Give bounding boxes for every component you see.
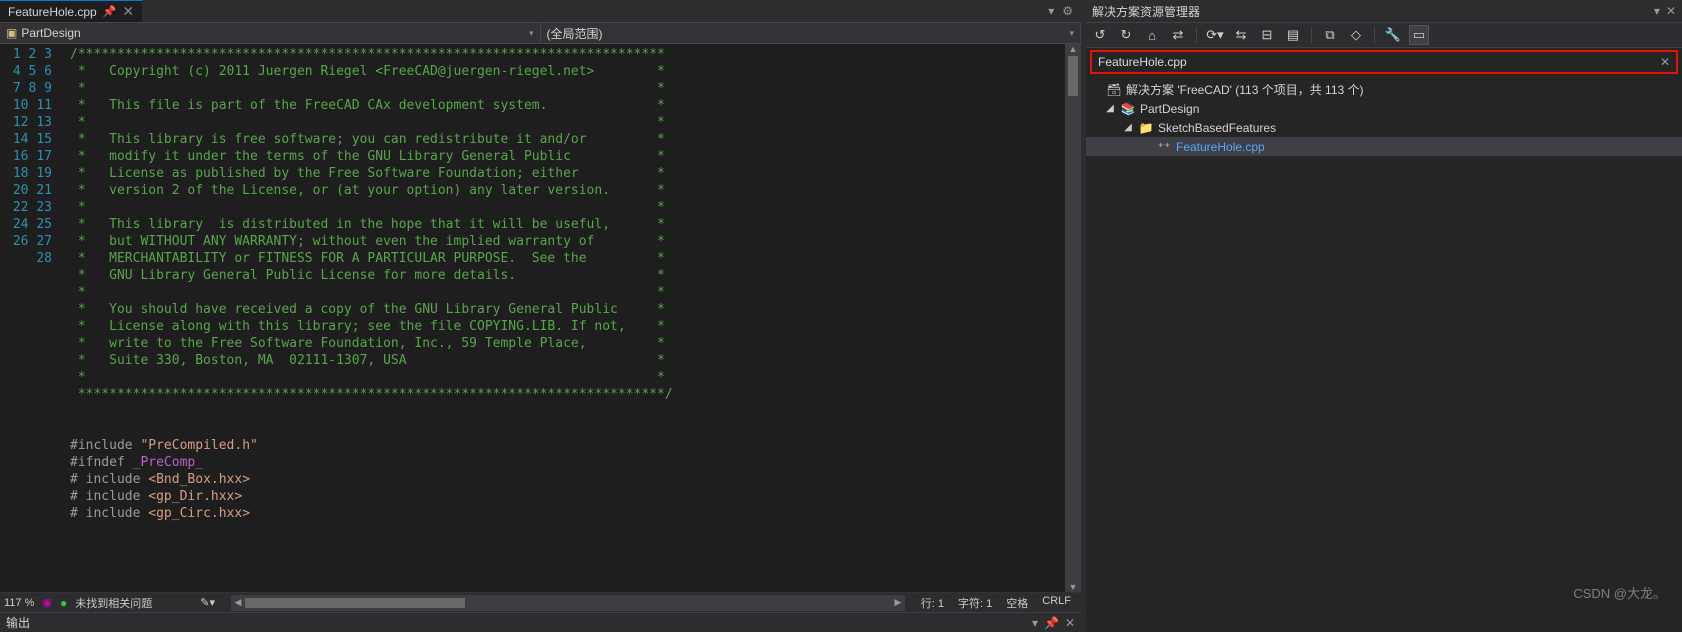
close-icon[interactable]: ✕	[1666, 4, 1676, 18]
solution-explorer-toolbar: ↺ ↻ ⌂ ⇄ ⟳▾ ⇆ ⊟ ▤ ⧉ ◇ 🔧 ▭	[1086, 22, 1682, 48]
scroll-up-arrow[interactable]: ▲	[1065, 44, 1081, 54]
editor-status-bar: 117 % ◉ ● 未找到相关问题 ✎▾ ◀ ▶ 行: 1 字符: 1 空格 C…	[0, 592, 1081, 612]
home-icon[interactable]: ⌂	[1142, 25, 1162, 45]
solution-tree[interactable]: 🗃 解决方案 'FreeCAD' (113 个项目，共 113 个) ◢ 📚 PartD…	[1086, 76, 1682, 632]
chevron-down-icon[interactable]: ▾	[1032, 616, 1038, 630]
expand-icon[interactable]: ◢	[1122, 122, 1134, 133]
gear-icon[interactable]: ⚙	[1062, 4, 1073, 18]
expand-icon[interactable]: ◢	[1104, 103, 1116, 114]
filter-icon[interactable]: ▭	[1409, 25, 1429, 45]
eol-indicator[interactable]: CRLF	[1042, 595, 1071, 611]
node-icon: 📁	[1138, 121, 1154, 135]
class-icon: ▣	[6, 26, 17, 40]
tab-title: FeatureHole.cpp	[8, 5, 97, 19]
solution-explorer-header: 解决方案资源管理器 ▾ ✕	[1086, 0, 1682, 22]
solution-explorer-pane: 解决方案资源管理器 ▾ ✕ ↺ ↻ ⌂ ⇄ ⟳▾ ⇆ ⊟ ▤ ⧉ ◇ 🔧 ▭ FeatureHole.…	[1086, 0, 1682, 632]
tree-row[interactable]: ◢ 📁 SketchBasedFeatures	[1086, 118, 1682, 137]
refresh-icon[interactable]: ⇆	[1231, 25, 1251, 45]
scroll-left-arrow[interactable]: ◀	[231, 597, 245, 608]
preview-icon[interactable]: ◇	[1346, 25, 1366, 45]
brush-icon[interactable]: ✎▾	[200, 596, 215, 609]
scroll-down-arrow[interactable]: ▼	[1065, 582, 1081, 592]
line-indicator[interactable]: 行: 1	[921, 595, 944, 611]
collapse-icon[interactable]: ⊟	[1257, 25, 1277, 45]
tree-row[interactable]: ◢ 📚 PartDesign	[1086, 99, 1682, 118]
tree-row[interactable]: 🗃 解决方案 'FreeCAD' (113 个项目，共 113 个)	[1086, 80, 1682, 99]
output-panel-header[interactable]: 输出 ▾ 📌 ✕	[0, 612, 1081, 632]
back-icon[interactable]: ↺	[1090, 25, 1110, 45]
vertical-scrollbar[interactable]: ▲ ▼	[1065, 44, 1081, 592]
navigation-bar: ▣ PartDesign ▾ (全局范围) ▾	[0, 22, 1081, 44]
panel-actions: ▾ ✕	[1654, 4, 1676, 18]
panel-title: 解决方案资源管理器	[1092, 3, 1200, 20]
chevron-down-icon: ▾	[529, 28, 534, 39]
char-indicator[interactable]: 字符: 1	[958, 595, 992, 611]
horizontal-scrollbar[interactable]: ◀ ▶	[231, 595, 905, 611]
chevron-down-icon: ▾	[1069, 28, 1074, 39]
node-label: 解决方案 'FreeCAD' (113 个项目，共 113 个)	[1126, 81, 1364, 98]
output-actions: ▾ 📌 ✕	[1032, 616, 1075, 630]
check-icon: ●	[60, 596, 67, 610]
sync-icon[interactable]: ⟳▾	[1205, 25, 1225, 45]
scroll-thumb-h[interactable]	[245, 598, 465, 608]
document-tab-bar: FeatureHole.cpp 📌 ✕ ▾ ⚙	[0, 0, 1081, 22]
node-icon: 📚	[1120, 102, 1136, 116]
close-icon[interactable]: ✕	[1065, 616, 1075, 630]
search-value[interactable]: FeatureHole.cpp	[1098, 55, 1187, 69]
code-content[interactable]: /***************************************…	[70, 44, 1065, 592]
show-all-icon[interactable]: ▤	[1283, 25, 1303, 45]
chevron-down-icon[interactable]: ▾	[1654, 4, 1660, 18]
function-label: (全局范围)	[547, 25, 603, 42]
clear-search-icon[interactable]: ✕	[1660, 55, 1670, 69]
pin-icon[interactable]: 📌	[103, 5, 117, 18]
node-label: PartDesign	[1140, 102, 1199, 116]
forward-icon[interactable]: ↻	[1116, 25, 1136, 45]
switch-view-icon[interactable]: ⇄	[1168, 25, 1188, 45]
node-label: FeatureHole.cpp	[1176, 140, 1265, 154]
issues-label[interactable]: 未找到相关问题	[75, 595, 152, 611]
close-icon[interactable]: ✕	[122, 3, 134, 20]
tab-dropdown-icon[interactable]: ▾	[1048, 4, 1054, 18]
tree-row[interactable]: ⁺⁺ FeatureHole.cpp	[1086, 137, 1682, 156]
node-icon: 🗃	[1106, 83, 1122, 97]
scroll-right-arrow[interactable]: ▶	[891, 597, 905, 608]
scope-label: PartDesign	[21, 26, 80, 40]
line-number-gutter: 1 2 3 4 5 6 7 8 9 10 11 12 13 14 15 16 1…	[0, 44, 70, 592]
status-right-group: 行: 1 字符: 1 空格 CRLF	[921, 595, 1077, 611]
scroll-track[interactable]	[245, 595, 891, 611]
lightbulb-icon[interactable]: ◉	[42, 596, 52, 609]
zoom-level[interactable]: 117 %	[4, 597, 34, 609]
scope-dropdown[interactable]: ▣ PartDesign ▾	[0, 23, 541, 43]
tab-bar-actions: ▾ ⚙	[1040, 0, 1081, 22]
solution-search-box[interactable]: FeatureHole.cpp ✕	[1090, 50, 1678, 74]
space-indicator[interactable]: 空格	[1006, 595, 1028, 611]
output-title: 输出	[6, 614, 30, 631]
editor-pane: FeatureHole.cpp 📌 ✕ ▾ ⚙ ▣ PartDesign ▾ (…	[0, 0, 1081, 632]
code-editor[interactable]: 1 2 3 4 5 6 7 8 9 10 11 12 13 14 15 16 1…	[0, 44, 1081, 592]
pin-icon[interactable]: 📌	[1044, 616, 1059, 630]
wrench-icon[interactable]: 🔧	[1383, 25, 1403, 45]
node-icon: ⁺⁺	[1156, 140, 1172, 154]
properties-icon[interactable]: ⧉	[1320, 25, 1340, 45]
function-dropdown[interactable]: (全局范围) ▾	[541, 23, 1082, 43]
document-tab-active[interactable]: FeatureHole.cpp 📌 ✕	[0, 0, 142, 22]
scroll-thumb[interactable]	[1068, 56, 1078, 96]
node-label: SketchBasedFeatures	[1158, 121, 1276, 135]
